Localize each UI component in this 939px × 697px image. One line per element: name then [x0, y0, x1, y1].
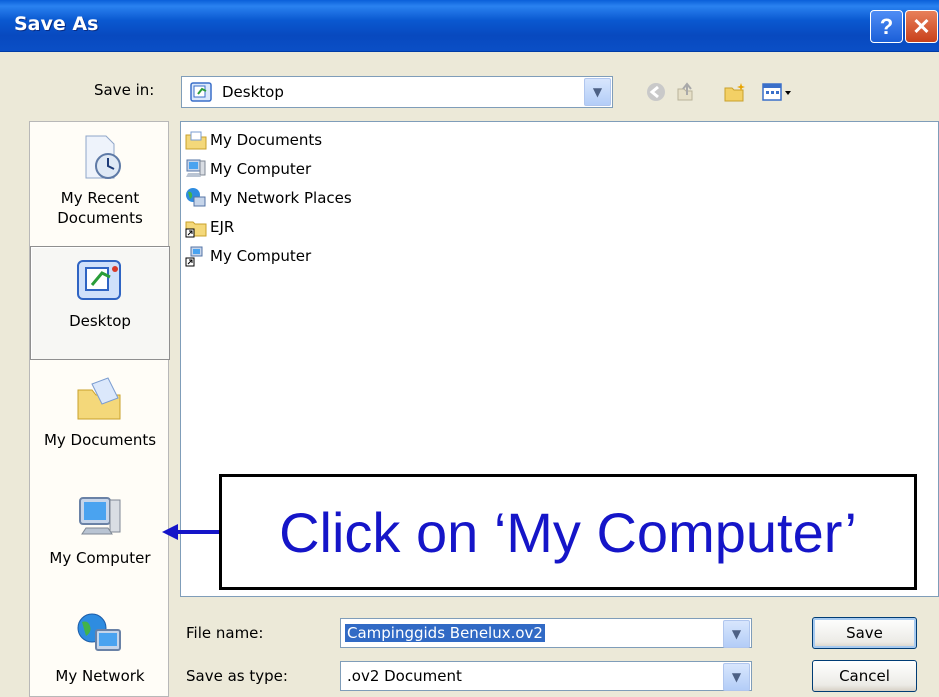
place-label: My Network	[55, 667, 145, 685]
help-icon: ?	[879, 13, 894, 39]
place-label: My Recent	[60, 189, 140, 207]
my-documents-icon	[77, 377, 121, 420]
recent-documents-icon	[85, 135, 121, 179]
computer-shortcut-icon	[185, 246, 203, 267]
place-my-network[interactable]: My Network	[30, 610, 170, 686]
computer-icon	[186, 159, 206, 177]
title-bar[interactable]: Save As ? ✕	[0, 0, 939, 52]
desktop-icon	[77, 260, 121, 300]
arrow-left-icon	[162, 524, 220, 540]
chevron-down-icon[interactable]: ▼	[723, 620, 750, 648]
save-as-type-label: Save as type:	[186, 667, 288, 685]
up-folder-icon[interactable]	[672, 80, 698, 104]
network-places-icon	[186, 188, 206, 207]
file-name: My Computer	[210, 160, 312, 178]
views-menu-icon[interactable]	[760, 80, 794, 104]
file-name-label: File name:	[186, 624, 264, 642]
place-my-recent-documents[interactable]: My Recent Documents	[30, 132, 170, 228]
file-name-value: Campinggids Benelux.ov2	[345, 624, 545, 642]
list-item[interactable]: My Computer	[185, 156, 311, 182]
chevron-down-icon[interactable]: ▼	[584, 78, 611, 106]
close-icon: ✕	[912, 13, 931, 39]
list-item[interactable]: My Computer	[185, 243, 311, 269]
back-icon[interactable]	[643, 80, 669, 104]
save-as-type-select[interactable]: .ov2 Document ▼	[340, 661, 752, 691]
chevron-down-icon[interactable]: ▼	[723, 663, 750, 691]
instruction-callout: Click on ‘My Computer’	[219, 474, 917, 590]
save-button[interactable]: Save	[812, 617, 917, 649]
save-in-label: Save in:	[94, 81, 155, 99]
save-in-value: Desktop	[222, 83, 284, 101]
window-title: Save As	[14, 13, 99, 35]
place-label: Documents	[57, 209, 143, 227]
file-name: My Computer	[210, 247, 312, 265]
list-item[interactable]: My Network Places	[185, 185, 352, 211]
my-computer-icon	[79, 497, 121, 535]
help-button[interactable]: ?	[870, 10, 903, 43]
place-label: My Computer	[49, 549, 151, 567]
place-label: My Documents	[43, 431, 157, 449]
save-as-type-value: .ov2 Document	[347, 667, 462, 685]
close-button[interactable]: ✕	[905, 10, 938, 43]
place-my-documents[interactable]: My Documents	[30, 374, 170, 450]
list-item[interactable]: EJR	[185, 214, 234, 240]
save-in-dropdown[interactable]: Desktop ▼	[181, 76, 613, 108]
place-label: Desktop	[69, 312, 131, 330]
new-folder-icon[interactable]	[722, 80, 748, 104]
file-name: My Network Places	[210, 189, 352, 207]
file-name: My Documents	[210, 131, 323, 149]
folder-shortcut-icon	[185, 221, 207, 238]
file-name-input[interactable]: Campinggids Benelux.ov2 ▼	[340, 618, 752, 648]
list-item[interactable]: My Documents	[185, 127, 322, 153]
file-name: EJR	[210, 218, 235, 236]
place-desktop[interactable]: Desktop	[30, 246, 170, 360]
desktop-icon	[190, 82, 212, 102]
cancel-button[interactable]: Cancel	[812, 660, 917, 692]
places-bar: My Recent Documents Desktop My Documents…	[29, 121, 170, 697]
folder-docs-icon	[185, 131, 207, 150]
my-network-icon	[77, 613, 121, 651]
place-my-computer[interactable]: My Computer	[30, 492, 170, 568]
